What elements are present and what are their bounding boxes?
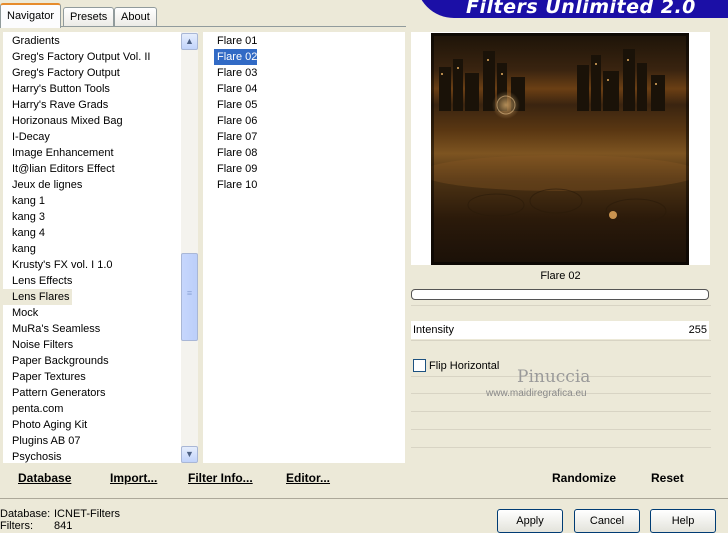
filter-item[interactable]: Flare 09	[214, 161, 257, 177]
category-item[interactable]: kang	[3, 241, 172, 257]
tab-about[interactable]: About	[114, 7, 157, 26]
intensity-value: 255	[688, 324, 707, 336]
filter-item[interactable]: Flare 07	[214, 129, 257, 145]
category-item[interactable]: I-Decay	[3, 129, 172, 145]
watermark-url: www.maidiregrafica.eu	[486, 388, 587, 399]
randomize-button[interactable]: Randomize	[552, 471, 616, 485]
preview-caption: Flare 02	[540, 270, 581, 282]
intensity-slider[interactable]: Intensity 255	[411, 321, 709, 339]
status-filters-value: 841	[54, 520, 73, 532]
category-scrollbar[interactable]: ▲ ≡ ▼	[181, 32, 198, 463]
filter-item[interactable]: Flare 03	[214, 65, 257, 81]
preview-graphic	[431, 33, 689, 265]
flip-horizontal-label: Flip Horizontal	[429, 360, 500, 372]
app-title: Filters Unlimited 2.0	[466, 0, 696, 18]
flip-horizontal-checkbox[interactable]	[413, 359, 426, 372]
filter-item[interactable]: Flare 02	[214, 49, 258, 65]
category-item[interactable]: Lens Flares	[3, 289, 72, 305]
category-item[interactable]: MuRa's Seamless	[3, 321, 172, 337]
watermark-name: Pinuccia	[517, 367, 591, 387]
scroll-down-icon[interactable]: ▼	[181, 446, 198, 463]
category-item[interactable]: Paper Backgrounds	[3, 353, 172, 369]
divider-line	[411, 411, 711, 412]
category-item[interactable]: kang 3	[3, 209, 172, 225]
category-item[interactable]: Greg's Factory Output Vol. II	[3, 49, 172, 65]
divider-line	[411, 429, 711, 430]
category-item[interactable]: Plugins AB 07	[3, 433, 172, 449]
category-item[interactable]: Greg's Factory Output	[3, 65, 172, 81]
category-item[interactable]: penta.com	[3, 401, 172, 417]
category-item[interactable]: Krusty's FX vol. I 1.0	[3, 257, 172, 273]
bottom-divider	[0, 498, 728, 499]
filter-list[interactable]: Flare 01 Flare 02 Flare 03 Flare 04 Flare 05…	[203, 32, 405, 463]
apply-button[interactable]: Apply	[497, 509, 563, 533]
category-item[interactable]: kang 4	[3, 225, 172, 241]
status-filters: Filters: 841	[0, 520, 72, 532]
status-database-label: Database:	[0, 508, 51, 520]
scroll-up-icon[interactable]: ▲	[181, 33, 198, 50]
filter-item[interactable]: Flare 08	[214, 145, 257, 161]
category-item[interactable]: Horizonaus Mixed Bag	[3, 113, 172, 129]
category-item[interactable]: It@lian Editors Effect	[3, 161, 172, 177]
database-button[interactable]: Database	[18, 471, 71, 485]
editor-button[interactable]: Editor...	[286, 471, 330, 485]
reset-button[interactable]: Reset	[651, 471, 684, 485]
category-item[interactable]: Paper Textures	[3, 369, 172, 385]
tab-presets[interactable]: Presets	[63, 7, 115, 26]
category-item[interactable]: kang 1	[3, 193, 172, 209]
tab-navigator[interactable]: Navigator	[0, 3, 62, 28]
scroll-thumb[interactable]: ≡	[181, 253, 198, 341]
category-item[interactable]: Jeux de lignes	[3, 177, 172, 193]
category-item[interactable]: Image Enhancement	[3, 145, 172, 161]
progress-bar	[411, 289, 709, 300]
status-database: Database: ICNET-Filters	[0, 508, 120, 520]
category-item[interactable]: Harry's Rave Grads	[3, 97, 172, 113]
status-filters-label: Filters:	[0, 520, 33, 532]
import-button[interactable]: Import...	[110, 471, 157, 485]
filter-item[interactable]: Flare 04	[214, 81, 257, 97]
filter-item[interactable]: Flare 01	[214, 33, 257, 49]
filter-item[interactable]: Flare 10	[214, 177, 257, 193]
category-list[interactable]: Gradients Greg's Factory Output Vol. II Gr…	[3, 32, 181, 463]
category-item[interactable]: Psychosis	[3, 449, 172, 463]
category-item[interactable]: Photo Aging Kit	[3, 417, 172, 433]
filter-info-button[interactable]: Filter Info...	[188, 471, 253, 485]
divider-line	[411, 340, 711, 341]
divider-line	[411, 447, 711, 448]
category-item[interactable]: Gradients	[3, 33, 172, 49]
cancel-button[interactable]: Cancel	[574, 509, 640, 533]
category-item[interactable]: Lens Effects	[3, 273, 172, 289]
category-item[interactable]: Pattern Generators	[3, 385, 172, 401]
filter-item[interactable]: Flare 05	[214, 97, 257, 113]
category-item[interactable]: Mock	[3, 305, 172, 321]
filter-item[interactable]: Flare 06	[214, 113, 257, 129]
status-database-value: ICNET-Filters	[54, 508, 120, 520]
help-button[interactable]: Help	[650, 509, 716, 533]
divider-line	[411, 305, 711, 306]
preview-image	[431, 33, 689, 265]
intensity-label: Intensity	[413, 324, 454, 336]
category-item[interactable]: Harry's Button Tools	[3, 81, 172, 97]
category-item[interactable]: Noise Filters	[3, 337, 172, 353]
